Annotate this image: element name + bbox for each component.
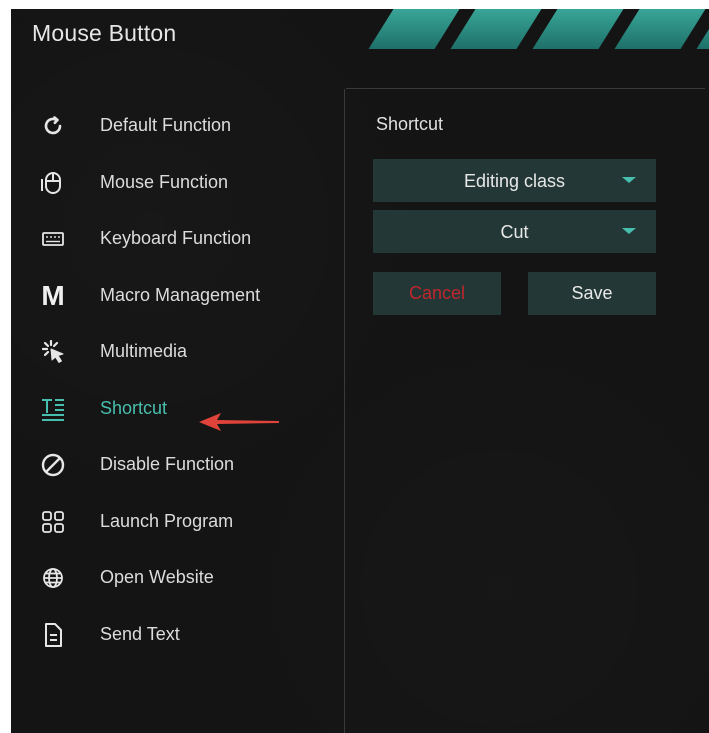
decor-stripe [367, 9, 461, 49]
disable-icon [39, 451, 67, 479]
category-dropdown-value: Editing class [463, 171, 566, 191]
shortcut-icon [39, 395, 67, 423]
action-dropdown-value: Cut [500, 222, 529, 242]
menu-item-label: Mouse Function [100, 172, 229, 192]
mouse-icon [39, 169, 67, 197]
mouse-button-panel: Mouse Button Default Function Mouse Func… [11, 9, 709, 733]
menu-item-launch-program[interactable]: Launch Program [11, 499, 344, 543]
header-divider [346, 88, 705, 89]
menu-item-disable-function[interactable]: Disable Function [11, 442, 344, 486]
menu-item-label: Multimedia [100, 341, 188, 361]
action-dropdown[interactable]: Cut [373, 210, 656, 253]
macro-m-glyph: M [41, 280, 65, 311]
menu-item-label: Disable Function [100, 454, 235, 474]
menu-item-default-function[interactable]: Default Function [11, 103, 344, 147]
menu-item-send-text[interactable]: Send Text [11, 612, 344, 656]
header-decoration [341, 9, 709, 49]
menu-item-label: Open Website [100, 567, 214, 587]
document-icon [39, 621, 67, 649]
save-button[interactable]: Save [528, 272, 656, 315]
decor-stripe [449, 9, 543, 49]
menu-item-shortcut[interactable]: Shortcut [11, 386, 344, 430]
menu-item-multimedia[interactable]: Multimedia [11, 329, 344, 373]
menu-item-macro-management[interactable]: M Macro Management [11, 273, 344, 317]
column-divider [344, 89, 345, 733]
menu-item-label: Macro Management [100, 285, 261, 305]
globe-icon [39, 564, 67, 592]
menu-item-label: Shortcut [100, 398, 168, 418]
window-title: Mouse Button [32, 20, 177, 46]
chevron-down-icon [622, 177, 636, 183]
menu-item-mouse-function[interactable]: Mouse Function [11, 160, 344, 204]
decor-stripe [613, 9, 707, 49]
menu-item-label: Default Function [100, 115, 232, 135]
decor-stripe [531, 9, 625, 49]
menu-item-label: Send Text [100, 624, 180, 644]
keyboard-icon [39, 225, 67, 253]
menu-item-open-website[interactable]: Open Website [11, 555, 344, 599]
red-pointer-arrow [199, 413, 279, 431]
refresh-icon [39, 112, 67, 140]
shortcut-panel-title: Shortcut [376, 114, 444, 134]
grid-icon [39, 508, 67, 536]
cancel-button[interactable]: Cancel [373, 272, 501, 315]
category-dropdown[interactable]: Editing class [373, 159, 656, 202]
multimedia-icon [39, 338, 67, 366]
menu-item-label: Keyboard Function [100, 228, 252, 248]
menu-item-keyboard-function[interactable]: Keyboard Function [11, 216, 344, 260]
chevron-down-icon [622, 228, 636, 234]
menu-item-label: Launch Program [100, 511, 234, 531]
macro-m-icon: M [39, 282, 67, 310]
